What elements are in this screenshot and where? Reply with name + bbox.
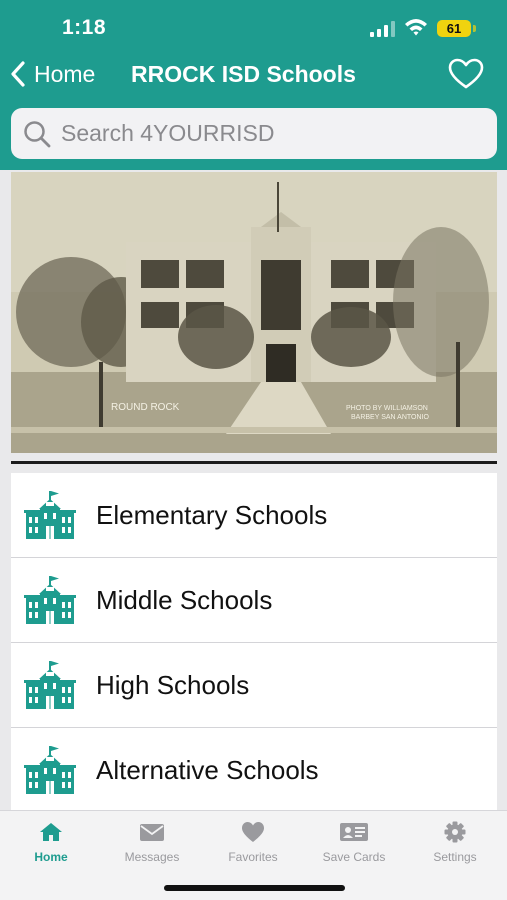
back-button[interactable]: Home (10, 58, 95, 90)
school-photo: ROUND ROCK PHOTO BY WILLIAMSON BARBEY SA… (11, 172, 497, 453)
tab-save-cards[interactable]: Save Cards (304, 821, 404, 864)
search-bar[interactable] (11, 108, 497, 159)
search-input[interactable] (61, 120, 481, 147)
photo-caption-left: ROUND ROCK (111, 402, 180, 413)
list-item-label: Elementary Schools (96, 499, 328, 530)
home-indicator[interactable] (164, 885, 345, 891)
tab-label: Favorites (228, 850, 278, 864)
back-label: Home (34, 60, 96, 87)
list-item-elementary-schools[interactable]: Elementary Schools (11, 473, 497, 558)
heart-icon (242, 822, 264, 842)
tab-label: Save Cards (322, 850, 386, 864)
school-icon (24, 491, 76, 539)
search-icon (24, 120, 51, 147)
battery-cap (473, 25, 476, 32)
home-icon (40, 823, 62, 841)
tab-label: Home (34, 850, 68, 864)
cell-signal-icon (370, 21, 395, 37)
list-item-alternative-schools[interactable]: Alternative Schools (11, 728, 497, 813)
battery-icon: 61 (437, 20, 471, 37)
tab-settings[interactable]: Settings (405, 821, 505, 864)
page-title: RROCK ISD Schools (131, 61, 356, 87)
status-bar: 1:18 61 (0, 0, 507, 56)
app-header: 1:18 61 Home RROCK ISD Schools (0, 0, 507, 170)
list-item-label: Middle Schools (96, 584, 273, 615)
favorite-heart-icon[interactable] (448, 58, 484, 90)
school-icon (24, 576, 76, 624)
status-time: 1:18 (62, 16, 107, 39)
school-icon (24, 661, 76, 709)
envelope-icon (140, 824, 164, 841)
gear-icon (444, 821, 466, 843)
nav-bar: Home RROCK ISD Schools (0, 56, 507, 94)
list-item-label: Alternative Schools (96, 754, 319, 785)
tab-messages[interactable]: Messages (102, 821, 202, 864)
id-card-icon (340, 823, 368, 841)
photo-caption-right-2: BARBEY SAN ANTONIO (351, 414, 429, 421)
tab-label: Messages (124, 850, 180, 864)
tab-home[interactable]: Home (1, 821, 101, 864)
tab-label: Settings (433, 850, 477, 864)
school-category-list: Elementary Schools Middle Schools High S… (11, 473, 497, 813)
section-divider (11, 461, 497, 464)
chevron-left-icon (11, 61, 25, 87)
list-item-label: High Schools (96, 669, 250, 700)
school-icon (24, 746, 76, 794)
list-item-high-schools[interactable]: High Schools (11, 643, 497, 728)
list-item-middle-schools[interactable]: Middle Schools (11, 558, 497, 643)
photo-caption-right: PHOTO BY WILLIAMSON (346, 405, 428, 412)
wifi-icon (405, 19, 427, 36)
tab-favorites[interactable]: Favorites (203, 821, 303, 864)
